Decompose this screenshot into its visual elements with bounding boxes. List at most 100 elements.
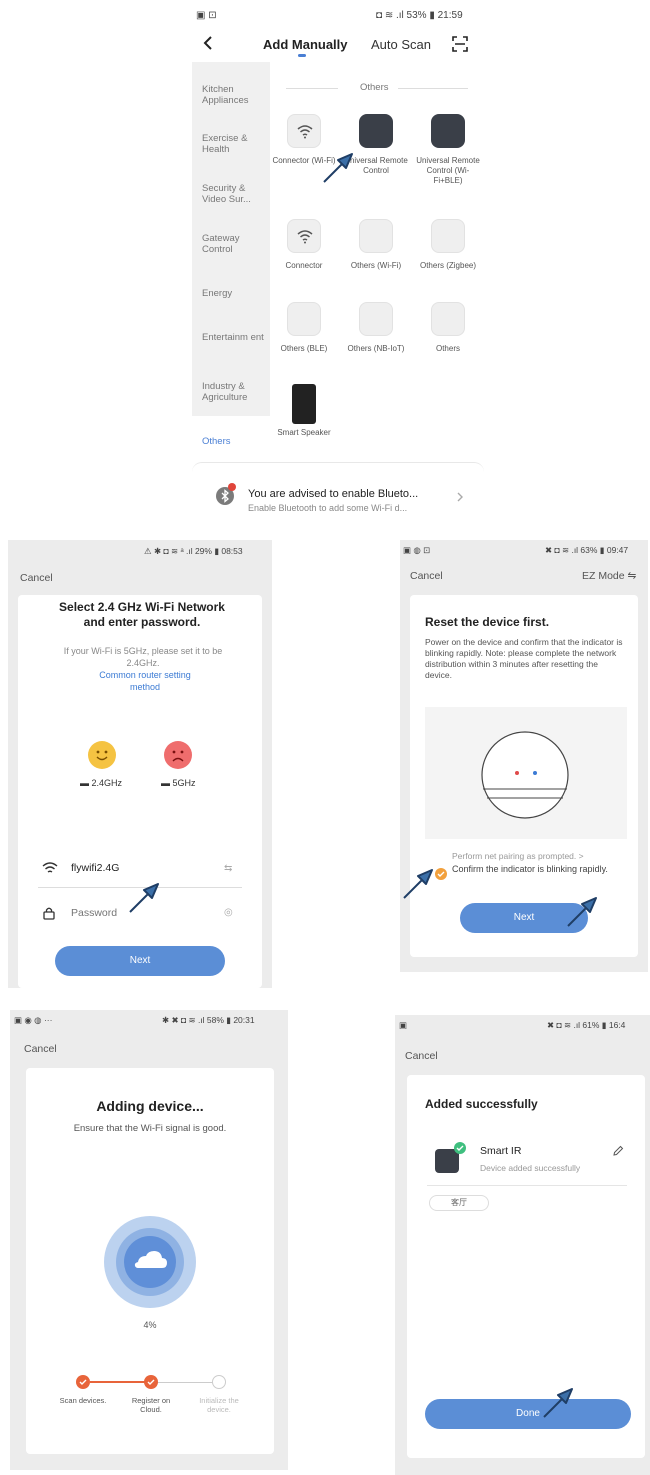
success-title: Added successfully: [425, 1097, 538, 1111]
category-industry[interactable]: Industry & Agriculture: [202, 381, 266, 403]
band-bad-label: ▬ 5GHz: [161, 778, 196, 788]
category-others[interactable]: Others: [202, 436, 266, 447]
divider: [398, 88, 468, 89]
status-bar-right: ✖ ◘ ≋ .ıl 63% ▮ 09:47: [545, 545, 629, 555]
divider: [286, 88, 338, 89]
tab-add-manually[interactable]: Add Manually: [263, 37, 348, 52]
success-check-icon: [454, 1142, 466, 1154]
cancel-link[interactable]: Cancel: [20, 572, 53, 584]
pointer-arrow-icon: [564, 894, 600, 930]
lock-icon: [43, 906, 55, 920]
reset-title: Reset the device first.: [425, 615, 550, 629]
smile-face-icon: [88, 741, 116, 769]
device-label: Universal Remote Control (Wi-Fi+BLE): [416, 156, 480, 185]
adding-subtitle: Ensure that the Wi-Fi signal is good.: [73, 1123, 227, 1134]
category-kitchen[interactable]: Kitchen Appliances: [202, 84, 266, 106]
panel-adding-device: ▣ ◉ ◍ ··· ✱ ✖ ◘ ≋ .ıl 58% ▮ 20:31 Cancel…: [10, 1010, 288, 1470]
category-gateway[interactable]: Gateway Control: [202, 233, 266, 255]
success-card: Added successfully Smart IR Device added…: [407, 1075, 645, 1458]
show-password-icon[interactable]: ◎: [224, 907, 233, 918]
pointer-arrow-icon: [540, 1385, 576, 1421]
router-setting-link[interactable]: Common router setting method: [90, 669, 200, 693]
panel-added-successfully: ▣ ✖ ◘ ≋ .ıl 61% ▮ 16:4 Cancel Added succ…: [395, 1015, 650, 1475]
category-security[interactable]: Security & Video Sur...: [202, 183, 266, 205]
device-tile-smart-speaker[interactable]: [292, 384, 316, 424]
device-tile-others-zigbee[interactable]: [431, 219, 465, 253]
device-illustration: [425, 707, 627, 839]
status-bar-right: ◘ ≋ .ıl 53% ▮ 21:59: [376, 10, 463, 21]
notice-subtitle: Enable Bluetooth to add some Wi-Fi d...: [248, 503, 408, 513]
notice-title: You are advised to enable Blueto...: [248, 488, 419, 500]
cancel-link[interactable]: Cancel: [410, 570, 443, 582]
step-1-label: Scan devices.: [59, 1396, 107, 1405]
device-label: Connector: [285, 261, 323, 270]
device-label: Others (NB-IoT): [347, 344, 405, 353]
wifi-name[interactable]: flywifi2.4G: [71, 862, 119, 874]
device-tile-connector-wifi[interactable]: [287, 114, 321, 148]
confirm-label: Confirm the indicator is blinking rapidl…: [452, 864, 608, 874]
device-tile-others-nbiot[interactable]: [359, 302, 393, 336]
tab-indicator: [298, 54, 306, 57]
next-button[interactable]: Next: [55, 946, 225, 976]
cancel-link[interactable]: Cancel: [24, 1043, 57, 1055]
device-label: Others (BLE): [280, 344, 328, 353]
wifi-card: Select 2.4 GHz Wi-Fi Network and enter p…: [18, 595, 262, 988]
bluetooth-notice[interactable]: You are advised to enable Blueto... Enab…: [192, 462, 484, 524]
status-bar-right: ⚠ ✱ ◘ ≋ ᵃ .ıl 29% ▮ 08:53: [144, 546, 243, 556]
step-track-progress: [90, 1381, 152, 1383]
back-arrow-icon[interactable]: [202, 35, 214, 51]
edit-pencil-icon[interactable]: [612, 1145, 624, 1157]
progress-percent: 4%: [143, 1320, 157, 1330]
band-good-label: ▬ 2.4GHz: [80, 778, 123, 788]
step-2-label: Register on Cloud.: [131, 1396, 171, 1414]
step-1-icon: [76, 1375, 90, 1389]
panel-wifi-select: ⚠ ✱ ◘ ≋ ᵃ .ıl 29% ▮ 08:53 Cancel Select …: [8, 540, 272, 988]
confirm-checkbox[interactable]: [435, 868, 447, 880]
device-label: Smart Speaker: [277, 428, 331, 437]
cancel-link[interactable]: Cancel: [405, 1050, 438, 1062]
device-tile-universal-remote-ble[interactable]: [431, 114, 465, 148]
divider: [427, 1185, 627, 1186]
pointer-arrow-icon: [126, 880, 162, 916]
ez-mode-toggle[interactable]: EZ Mode ⇋: [582, 570, 636, 582]
step-3-icon: [212, 1375, 226, 1389]
step-2-icon: [144, 1375, 158, 1389]
scan-icon[interactable]: [452, 36, 468, 52]
pointer-arrow-icon: [320, 150, 356, 186]
chevron-right-icon: [456, 491, 464, 503]
tab-auto-scan[interactable]: Auto Scan: [371, 37, 431, 52]
device-name: Smart IR: [480, 1145, 522, 1157]
status-bar-right: ✱ ✖ ◘ ≋ .ıl 58% ▮ 20:31: [162, 1015, 255, 1025]
device-label: Others (Wi-Fi): [350, 261, 402, 270]
device-status: Device added successfully: [480, 1163, 581, 1173]
wifi-desc: If your Wi-Fi is 5GHz, please set it to …: [63, 646, 223, 668]
category-exercise[interactable]: Exercise & Health: [202, 133, 266, 155]
category-entertainment[interactable]: Entertainm ent: [202, 332, 266, 343]
done-button[interactable]: Done: [425, 1399, 631, 1429]
alert-dot: [228, 483, 236, 491]
device-tile-others[interactable]: [431, 302, 465, 336]
status-bar-left: ▣ ⊡: [196, 10, 217, 21]
device-tile-others-wifi[interactable]: [359, 219, 393, 253]
perform-pairing-link[interactable]: Perform net pairing as prompted. >: [452, 851, 584, 861]
switch-network-icon[interactable]: ⇆: [224, 863, 232, 874]
sad-face-icon: [164, 741, 192, 769]
progress-ring: [104, 1216, 196, 1308]
panel-reset-device: ▣ ◍ ⊡ ✖ ◘ ≋ .ıl 63% ▮ 09:47 Cancel EZ Mo…: [400, 540, 648, 972]
band-good-text: 2.4GHz: [91, 778, 123, 788]
reset-card: Reset the device first. Power on the dev…: [410, 595, 638, 957]
band-bad-text: 5GHz: [172, 778, 196, 788]
category-energy[interactable]: Energy: [202, 288, 266, 299]
device-tile-connector[interactable]: [287, 219, 321, 253]
panel-add-manually: ▣ ⊡ ◘ ≋ .ıl 53% ▮ 21:59 Add Manually Aut…: [188, 0, 484, 525]
step-3-label: Initialize the device.: [199, 1396, 239, 1414]
status-bar-left: ▣ ◉ ◍ ···: [14, 1015, 53, 1025]
wifi-title: Select 2.4 GHz Wi-Fi Network and enter p…: [59, 600, 225, 629]
status-bar-left: ▣ ◍ ⊡: [403, 545, 431, 555]
device-tile-universal-remote[interactable]: [359, 114, 393, 148]
device-label: Others (Zigbee): [419, 261, 477, 270]
room-chip[interactable]: 客厅: [429, 1195, 489, 1211]
section-title: Others: [360, 82, 389, 93]
device-tile-others-ble[interactable]: [287, 302, 321, 336]
adding-title: Adding device...: [96, 1098, 204, 1114]
